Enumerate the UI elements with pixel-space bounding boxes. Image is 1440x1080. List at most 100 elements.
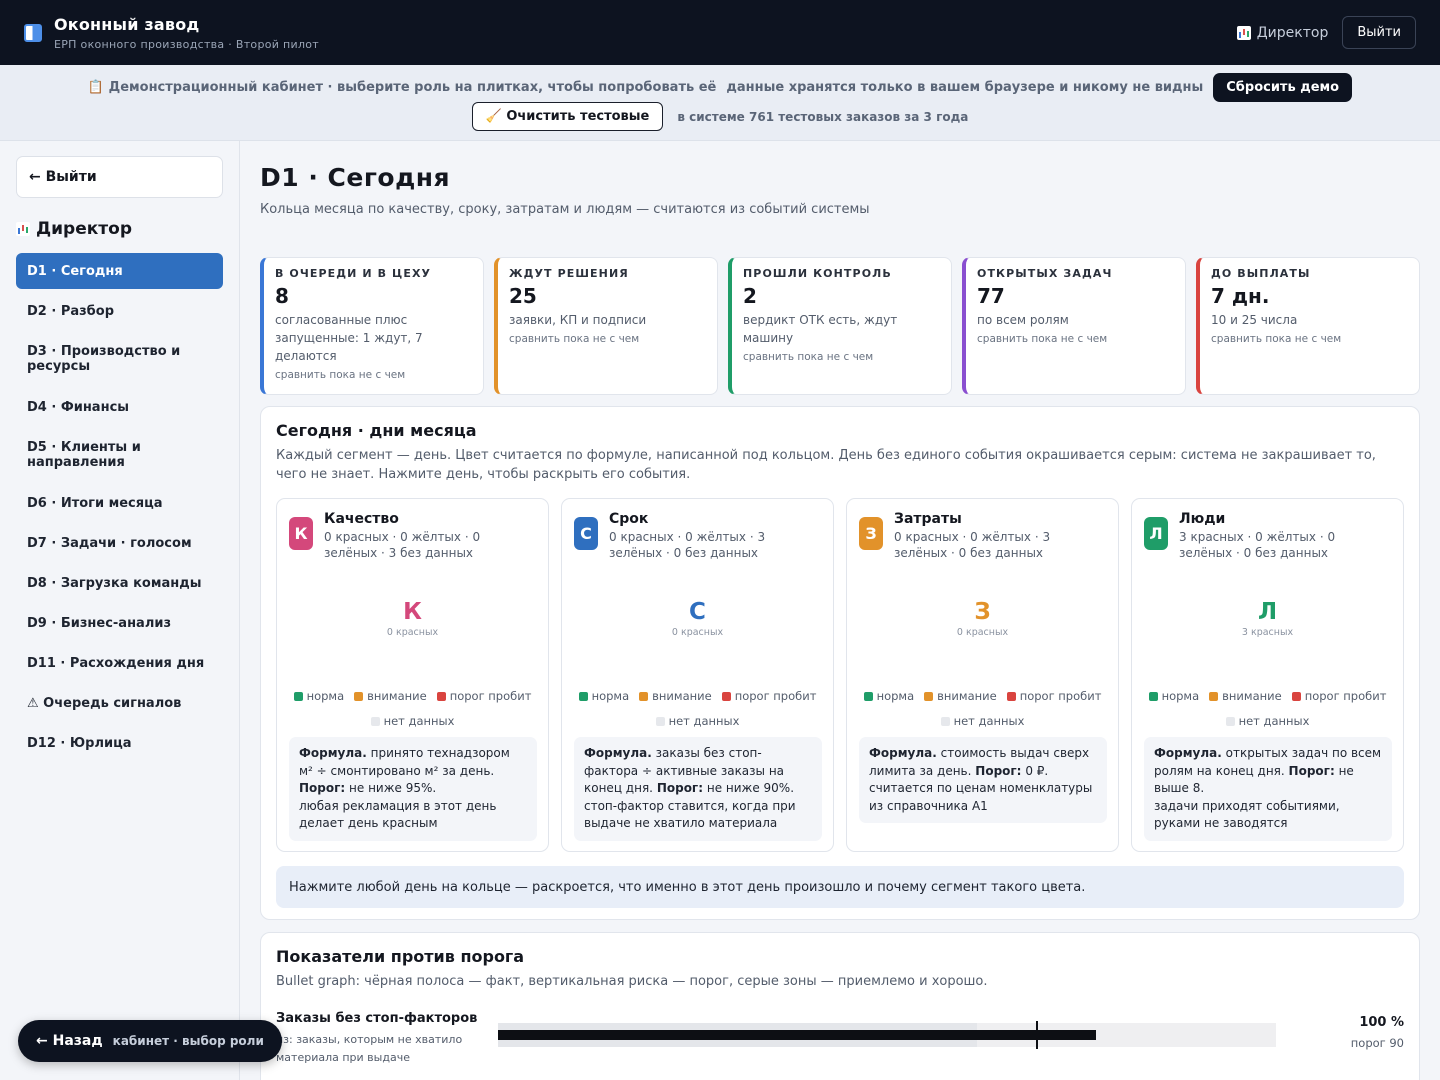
ring-badge: К xyxy=(289,517,313,550)
formula-title: Формула. xyxy=(299,746,367,760)
window-logo-icon xyxy=(24,23,42,42)
rings-section-description: Каждый сегмент — день. Цвет считается по… xyxy=(276,448,1376,482)
ring-formula: Формула. принято технадзором м² ÷ смонти… xyxy=(289,737,537,841)
kpi-description: вердикт ОТК есть, ждут машину xyxy=(743,313,898,345)
ring-title-block: Качество 0 красных · 0 жёлтых · 0 зелёных… xyxy=(324,511,536,561)
bullet-name: Заказы без стоп-факторов xyxy=(276,1011,478,1026)
legend-breach: порог пробит xyxy=(721,689,817,703)
ring-header: Л Люди 3 красных · 0 жёлтых · 0 зелёных · … xyxy=(1144,511,1391,561)
ring-formula: Формула. стоимость выдач сверх лимита за… xyxy=(859,737,1107,823)
legend-attention-label: внимание xyxy=(1222,689,1282,703)
legend-breach-swatch xyxy=(1291,691,1301,701)
reset-demo-button[interactable]: Сбросить демо xyxy=(1213,73,1353,102)
sidebar-item[interactable]: D5 · Клиенты и направления xyxy=(16,429,223,481)
kpi-compare: сравнить пока не с чем xyxy=(275,369,406,381)
sidebar-nav: D1 · Сегодня D2 · Разбор D3 · Производство… xyxy=(16,253,223,765)
legend-attention: внимание xyxy=(639,689,712,703)
current-role[interactable]: Директор xyxy=(1236,24,1329,41)
page-subtitle: Кольца месяца по качеству, сроку, затрат… xyxy=(260,202,870,217)
ring-red-count: 0 красных xyxy=(386,627,439,638)
ring-center[interactable]: Л 3 красных xyxy=(1132,599,1403,638)
kpi-card[interactable]: До выплаты 7 дн. 10 и 25 числа сравнить пок… xyxy=(1196,257,1420,395)
kpi-label: Открытых задач xyxy=(977,267,1113,280)
clear-test-data-button[interactable]: 🧹 Очистить тестовые xyxy=(471,102,664,131)
kpi-card[interactable]: Открытых задач 77 по всем ролям сравнить по… xyxy=(962,257,1186,395)
ring-name: Срок xyxy=(609,511,649,527)
rings-hint: Нажмите любой день на кольце — раскроетс… xyxy=(276,866,1404,908)
bullet-hint: из: заказы, которым не хватило материала… xyxy=(276,1033,463,1064)
ring-center-letter: З xyxy=(974,599,991,625)
kpi-card[interactable]: В очереди и в цеху 8 согласованные плюс за… xyxy=(260,257,484,395)
legend-breach-label: порог пробит xyxy=(734,689,817,703)
legend-breach: порог пробит xyxy=(1291,689,1387,703)
legend-breach-label: порог пробит xyxy=(1304,689,1387,703)
sidebar-item[interactable]: D1 · Сегодня xyxy=(16,253,223,289)
current-role-label: Директор xyxy=(1256,24,1329,41)
legend-norm-swatch xyxy=(293,691,303,701)
logout-button[interactable]: Выйти xyxy=(1342,16,1416,49)
sidebar-item[interactable]: D7 · Задачи · голосом xyxy=(16,525,223,561)
ring-center[interactable]: З 0 красных xyxy=(847,599,1118,638)
ring-center[interactable]: К 0 красных xyxy=(277,599,548,638)
ring-card: Л Люди 3 красных · 0 жёлтых · 0 зелёных · … xyxy=(1131,498,1404,852)
sidebar-item[interactable]: D6 · Итоги месяца xyxy=(16,485,223,521)
ring-formula: Формула. заказы без стоп-фактора ÷ актив… xyxy=(574,737,822,841)
legend-attention-label: внимание xyxy=(937,689,997,703)
sidebar-item[interactable]: D2 · Разбор xyxy=(16,293,223,329)
ring-red-count: 3 красных xyxy=(1241,627,1294,638)
legend-breach-swatch xyxy=(1006,691,1016,701)
demo-banner: 📋 Демонстрационный кабинет · выберите ро… xyxy=(0,65,1440,141)
sidebar-item[interactable]: D12 · Юрлица xyxy=(16,725,223,761)
kpi-label: Ждут решения xyxy=(509,267,629,280)
legend-nodata-swatch xyxy=(1225,716,1235,726)
ring-center[interactable]: С 0 красных xyxy=(562,599,833,638)
bullets-section: Показатели против порога Bullet graph: ч… xyxy=(260,932,1420,1080)
ring-center-letter: К xyxy=(403,599,422,625)
demo-banner-text: 📋 Демонстрационный кабинет · выберите ро… xyxy=(87,80,717,95)
ring-legend: норма внимание порог пробит нет данных xyxy=(1132,689,1403,728)
sidebar-item[interactable]: D8 · Загрузка команды xyxy=(16,565,223,601)
bullet-fact-bar xyxy=(498,1030,1096,1040)
legend-nodata: нет данных xyxy=(370,714,454,728)
ring-legend: норма внимание порог пробит нет данных xyxy=(562,689,833,728)
legend-norm-label: норма xyxy=(306,689,345,703)
sidebar: ← Выйти Директор D1 · Сегодня D2 · Разбор… xyxy=(0,141,240,1080)
sidebar-item[interactable]: D11 · Расхождения дня xyxy=(16,645,223,681)
legend-nodata: нет данных xyxy=(1225,714,1309,728)
sidebar-item[interactable]: D3 · Производство и ресурсы xyxy=(16,333,223,385)
kpi-description: 10 и 25 числа xyxy=(1211,313,1298,327)
kpi-card[interactable]: Прошли контроль 2 вердикт ОТК есть, ждут м… xyxy=(728,257,952,395)
kpi-description: по всем ролям xyxy=(977,313,1069,327)
back-button[interactable]: ← Назад кабинет · выбор роли xyxy=(18,1020,282,1062)
legend-attention-swatch xyxy=(639,691,649,701)
legend-norm-label: норма xyxy=(876,689,915,703)
legend-attention-swatch xyxy=(924,691,934,701)
legend-attention: внимание xyxy=(354,689,427,703)
legend-nodata-swatch xyxy=(370,716,380,726)
sidebar-item[interactable]: D9 · Бизнес-анализ xyxy=(16,605,223,641)
kpi-value: 7 дн. xyxy=(1211,284,1270,308)
app-title: Оконный завод xyxy=(54,14,200,34)
sidebar-item[interactable]: ⚠ Очередь сигналов xyxy=(16,685,223,721)
app-subtitle: ЕРП оконного производства · Второй пилот xyxy=(54,37,320,51)
legend-nodata-swatch xyxy=(940,716,950,726)
ring-center-letter: Л xyxy=(1257,599,1278,625)
threshold-text: не ниже 95%. xyxy=(349,781,437,795)
ring-name: Качество xyxy=(324,511,399,527)
sidebar-item[interactable]: D4 · Финансы xyxy=(16,389,223,425)
legend-nodata-swatch xyxy=(655,716,665,726)
ring-header: К Качество 0 красных · 0 жёлтых · 0 зелёны… xyxy=(289,511,536,561)
formula-title: Формула. xyxy=(1154,746,1222,760)
threshold-text: не ниже 90%. xyxy=(706,781,795,795)
kpi-card[interactable]: Ждут решения 25 заявки, КП и подписи сравни… xyxy=(494,257,718,395)
legend-norm: норма xyxy=(578,689,629,703)
kpi-description: заявки, КП и подписи xyxy=(509,313,647,327)
kpi-label: В очереди и в цеху xyxy=(275,267,432,280)
bullets-section-description: Bullet graph: чёрная полоса — факт, верт… xyxy=(276,974,988,989)
kpi-value: 77 xyxy=(977,284,1005,308)
ring-header: З Затраты 0 красных · 0 жёлтых · 3 зелёных… xyxy=(859,511,1106,561)
bullet-list: Заказы без стоп-факторов из: заказы, кото… xyxy=(276,1011,1404,1071)
legend-nodata: нет данных xyxy=(940,714,1024,728)
sidebar-exit-button[interactable]: ← Выйти xyxy=(16,156,223,198)
kpi-value: 2 xyxy=(743,284,757,308)
